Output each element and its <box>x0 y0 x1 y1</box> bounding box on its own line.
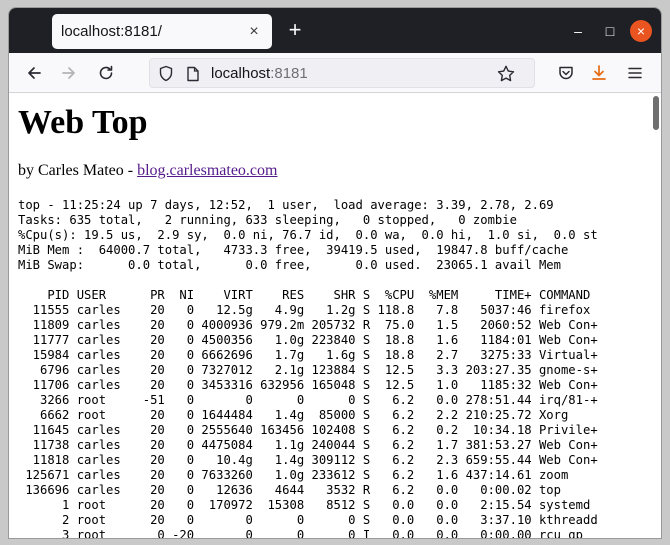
url-text[interactable]: localhost:8181 <box>211 65 308 82</box>
pocket-button[interactable] <box>554 61 578 85</box>
byline: by Carles Mateo - blog.carlesmateo.com <box>18 162 277 180</box>
vertical-scrollbar[interactable] <box>651 94 661 538</box>
summary-line: MiB Swap: 0.0 total, 0.0 free, 0.0 used.… <box>18 258 561 272</box>
arrow-left-icon <box>28 67 41 79</box>
tab-localhost[interactable]: localhost:8181/ × <box>52 14 272 49</box>
url-port: :8181 <box>270 65 308 82</box>
top-summary: top - 11:25:24 up 7 days, 12:52, 1 user,… <box>18 198 598 273</box>
star-icon[interactable] <box>496 64 516 84</box>
process-row: 6796 carles 20 0 7327012 2.1g 123884 S 1… <box>18 363 598 377</box>
process-row: 125671 carles 20 0 7633260 1.0g 233612 S… <box>18 468 569 482</box>
pocket-icon <box>559 66 573 80</box>
process-row: 11738 carles 20 0 4475084 1.1g 240044 S … <box>18 438 598 452</box>
hamburger-menu-icon <box>628 67 642 79</box>
maximize-button[interactable]: □ <box>601 22 619 40</box>
process-row: 3266 root -51 0 0 0 0 S 6.2 0.0 278:51.4… <box>18 393 598 407</box>
url-host: localhost <box>211 65 271 82</box>
tab-close-icon[interactable]: × <box>246 23 262 40</box>
downloads-button[interactable] <box>587 61 611 85</box>
page-icon[interactable] <box>186 66 200 82</box>
process-table: PID USER PR NI VIRT RES SHR S %CPU %MEM … <box>18 288 598 538</box>
back-button[interactable] <box>22 61 46 85</box>
process-row: 136696 carles 20 0 12636 4644 3532 R 6.2… <box>18 483 561 497</box>
process-row: 11818 carles 20 0 10.4g 1.4g 309112 S 6.… <box>18 453 598 467</box>
browser-window: localhost:8181/ × + – □ × localhost:8181… <box>9 8 661 538</box>
summary-line: top - 11:25:24 up 7 days, 12:52, 1 user,… <box>18 198 554 212</box>
process-row: 11645 carles 20 0 2555640 163456 102408 … <box>18 423 598 437</box>
download-icon <box>592 65 606 80</box>
close-window-button[interactable]: × <box>630 20 652 42</box>
process-row: 1 root 20 0 170972 15308 8512 S 0.0 0.0 … <box>18 498 591 512</box>
tab-bar: localhost:8181/ × + – □ × <box>9 8 661 53</box>
page-content: Web Top by Carles Mateo - blog.carlesmat… <box>9 94 661 538</box>
address-bar[interactable]: localhost:8181 <box>149 58 535 88</box>
page-title: Web Top <box>18 104 148 141</box>
process-row: 11809 carles 20 0 4000936 979.2m 205732 … <box>18 318 598 332</box>
process-row: 2 root 20 0 0 0 0 S 0.0 0.0 3:37.10 kthr… <box>18 513 598 527</box>
process-row: 11555 carles 20 0 12.5g 4.9g 1.2g S 118.… <box>18 303 591 317</box>
byline-prefix: by Carles Mateo - <box>18 162 138 179</box>
navigation-toolbar: localhost:8181 <box>9 53 661 93</box>
reload-icon <box>99 65 113 80</box>
process-row: 11777 carles 20 0 4500356 1.0g 223840 S … <box>18 333 598 347</box>
tab-title: localhost:8181/ <box>61 23 162 40</box>
process-row: 11706 carles 20 0 3453316 632956 165048 … <box>18 378 598 392</box>
summary-line: Tasks: 635 total, 2 running, 633 sleepin… <box>18 213 517 227</box>
process-row: 6662 root 20 0 1644484 1.4g 85000 S 6.2 … <box>18 408 569 422</box>
minimize-button[interactable]: – <box>569 22 587 40</box>
scrollbar-thumb[interactable] <box>653 96 659 130</box>
new-tab-button[interactable]: + <box>284 19 306 42</box>
forward-button[interactable] <box>57 61 81 85</box>
shield-icon[interactable] <box>158 65 174 82</box>
menu-button[interactable] <box>623 61 647 85</box>
reload-button[interactable] <box>94 61 118 85</box>
process-row: 3 root 0 -20 0 0 0 I 0.0 0.0 0:00.00 rcu… <box>18 528 583 538</box>
process-row: 15984 carles 20 0 6662696 1.7g 1.6g S 18… <box>18 348 598 362</box>
process-table-header: PID USER PR NI VIRT RES SHR S %CPU %MEM … <box>18 288 591 302</box>
arrow-right-icon <box>62 67 75 79</box>
summary-line: MiB Mem : 64000.7 total, 4733.3 free, 39… <box>18 243 569 257</box>
blog-link[interactable]: blog.carlesmateo.com <box>137 162 277 179</box>
summary-line: %Cpu(s): 19.5 us, 2.9 sy, 0.0 ni, 76.7 i… <box>18 228 598 242</box>
